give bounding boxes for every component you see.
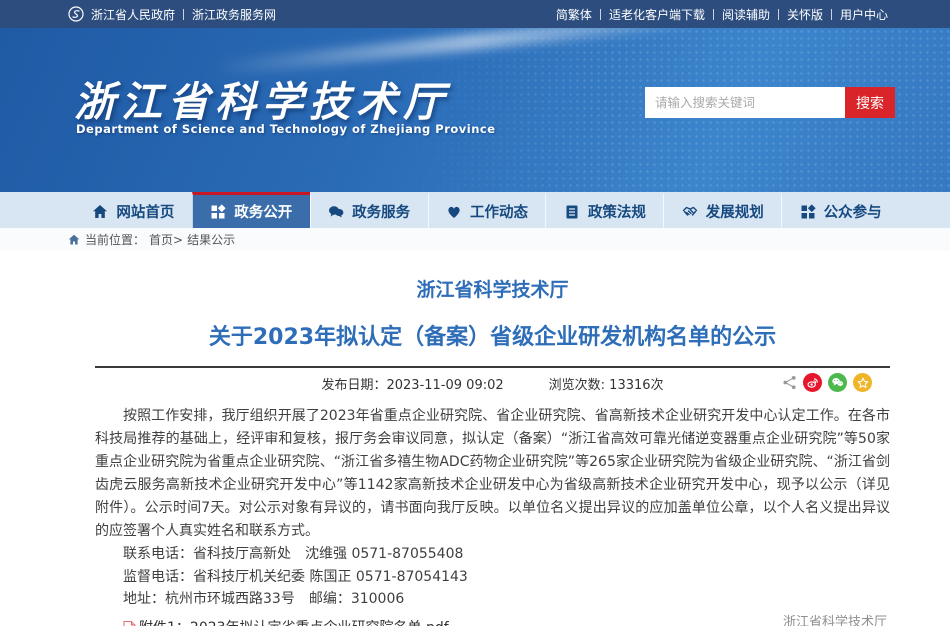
nav-label: 政策法规 xyxy=(588,201,646,222)
article-paragraph: 按照工作安排，我厅组织开展了2023年省重点企业研究院、省企业研究院、省高新技术… xyxy=(95,405,890,543)
breadcrumb-home-link[interactable]: 首页> xyxy=(149,231,183,248)
nav-item-policies[interactable]: 政策法规 xyxy=(545,192,663,228)
pdf-icon xyxy=(123,621,136,626)
site-banner: 浙江省科学技术厅 Department of Science and Techn… xyxy=(0,28,950,192)
divider xyxy=(600,9,601,20)
view-count-label: 浏览次数: xyxy=(549,378,605,393)
contact-phone-line: 联系电话：省科技厅高新处 沈维强 0571-87055408 xyxy=(95,543,890,566)
publish-date: 发布日期：2023-11-09 09:02 xyxy=(321,374,503,393)
site-title: 浙江省科学技术厅 xyxy=(74,68,450,128)
link-user-center[interactable]: 用户中心 xyxy=(840,6,888,23)
share-group xyxy=(782,373,872,392)
article-title-agency: 浙江省科学技术厅 xyxy=(95,275,890,302)
breadcrumb-location-label: 当前位置： xyxy=(85,231,145,248)
attachment-label: 附件1：2023年拟认定省重点企业研究院名单.pdf xyxy=(139,618,449,626)
topbar-right: 简繁体 适老化客户端下载 阅读辅助 关怀版 用户中心 xyxy=(556,6,888,23)
nav-item-development-plans[interactable]: 发展规划 xyxy=(663,192,781,228)
search-button[interactable]: 搜索 xyxy=(845,87,895,118)
view-count-value: 13316次 xyxy=(609,378,663,393)
wechat-share-icon[interactable] xyxy=(828,373,847,392)
search-box: 搜索 xyxy=(645,87,895,118)
divider xyxy=(778,9,779,20)
share-nodes-icon[interactable] xyxy=(782,375,797,390)
search-input[interactable] xyxy=(645,87,845,118)
nav-label: 工作动态 xyxy=(470,201,528,222)
attachment-link-1[interactable]: 附件1：2023年拟认定省重点企业研究院名单.pdf xyxy=(95,618,890,626)
publish-date-value: 2023-11-09 09:02 xyxy=(386,378,503,393)
nav-label: 网站首页 xyxy=(116,201,174,222)
supervision-phone-line: 监督电话：省科技厅机关纪委 陈国正 0571-87054143 xyxy=(95,566,890,589)
publish-date-label: 发布日期： xyxy=(321,378,386,393)
article-title-main: 关于2023年拟认定（备案）省级企业研发机构名单的公示 xyxy=(95,319,890,351)
main-nav: 网站首页 政务公开 政务服务 xyxy=(0,192,950,228)
top-utility-bar: 浙江省人民政府 浙江政务服务网 简繁体 适老化客户端下载 阅读辅助 关怀版 用户… xyxy=(0,0,950,28)
nav-item-home[interactable]: 网站首页 xyxy=(75,192,192,228)
address-line: 地址：杭州市环城西路33号 邮编：310006 xyxy=(95,588,890,611)
grid-icon xyxy=(210,204,226,220)
home-small-icon xyxy=(68,234,80,246)
handshake-icon xyxy=(682,204,698,220)
article: 浙江省科学技术厅 关于2023年拟认定（备案）省级企业研发机构名单的公示 发布日… xyxy=(0,251,950,626)
link-care-version[interactable]: 关怀版 xyxy=(787,6,823,23)
link-simplified-traditional[interactable]: 简繁体 xyxy=(556,6,592,23)
qzone-share-icon[interactable] xyxy=(853,373,872,392)
attachment-list: 附件1：2023年拟认定省重点企业研究院名单.pdf 附件2：2023年拟认定省… xyxy=(95,618,890,626)
breadcrumb: 当前位置： 首页> 结果公示 xyxy=(0,228,950,251)
weibo-share-icon[interactable] xyxy=(803,373,822,392)
site-subtitle-english: Department of Science and Technology of … xyxy=(76,122,496,136)
link-zhejiang-service[interactable]: 浙江政务服务网 xyxy=(192,6,276,23)
breadcrumb-current: 结果公示 xyxy=(187,231,235,248)
gov-logo-icon xyxy=(68,6,84,22)
nav-item-gov-disclosure[interactable]: 政务公开 xyxy=(192,192,310,228)
divider xyxy=(713,9,714,20)
divider xyxy=(183,9,184,20)
grid-icon xyxy=(800,204,816,220)
nav-item-gov-services[interactable]: 政务服务 xyxy=(310,192,428,228)
contact-block: 联系电话：省科技厅高新处 沈维强 0571-87055408 监督电话：省科技厅… xyxy=(95,543,890,611)
article-meta-row: 发布日期：2023-11-09 09:02 浏览次数: 13316次 xyxy=(95,368,890,398)
nav-label: 政务公开 xyxy=(234,201,292,222)
nav-item-public-participation[interactable]: 公众参与 xyxy=(781,192,899,228)
footer-agency-name: 浙江省科学技术厅 xyxy=(783,611,887,626)
view-count: 浏览次数: 13316次 xyxy=(549,374,664,393)
nav-label: 政务服务 xyxy=(352,201,410,222)
divider xyxy=(831,9,832,20)
document-icon xyxy=(564,204,580,220)
nav-label: 公众参与 xyxy=(824,201,882,222)
heart-icon xyxy=(446,204,462,220)
page: 浙江省人民政府 浙江政务服务网 简繁体 适老化客户端下载 阅读辅助 关怀版 用户… xyxy=(0,0,950,626)
topbar-left: 浙江省人民政府 浙江政务服务网 xyxy=(68,6,276,23)
nav-label: 发展规划 xyxy=(706,201,764,222)
nav-inner: 网站首页 政务公开 政务服务 xyxy=(75,192,899,228)
link-zhejiang-gov[interactable]: 浙江省人民政府 xyxy=(91,6,175,23)
nav-item-work-news[interactable]: 工作动态 xyxy=(428,192,546,228)
chat-icon xyxy=(328,204,344,220)
home-icon xyxy=(92,204,108,220)
link-elderly-client-download[interactable]: 适老化客户端下载 xyxy=(609,6,705,23)
link-reading-assist[interactable]: 阅读辅助 xyxy=(722,6,770,23)
